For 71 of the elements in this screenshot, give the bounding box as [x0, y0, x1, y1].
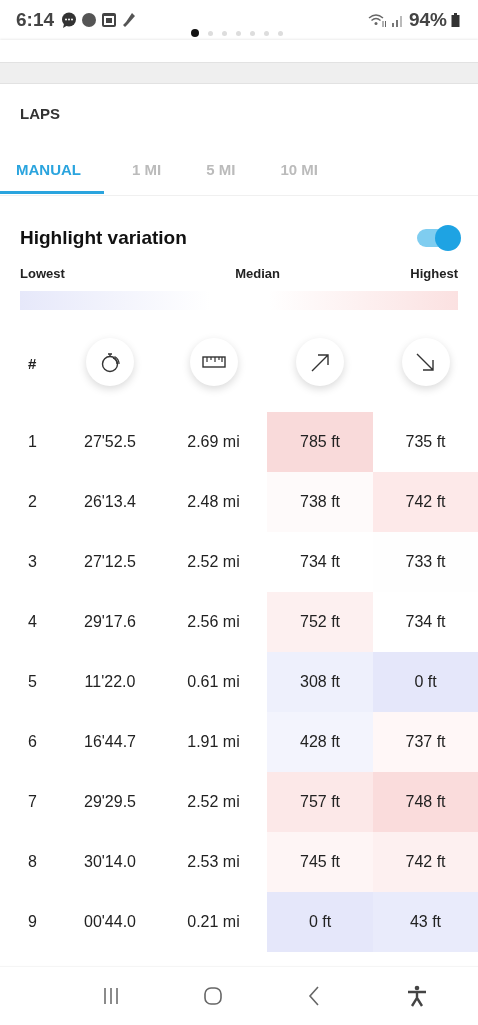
table-cell-text: 00'44.0	[83, 912, 137, 932]
page-dot[interactable]	[277, 30, 283, 36]
table-cell-text: 11'22.0	[83, 672, 137, 692]
column-header-button[interactable]	[189, 338, 238, 386]
legend-label: Lowest	[20, 266, 65, 281]
table-cell-text: 0.21 mi	[186, 912, 241, 932]
accessibility-icon[interactable]	[405, 984, 429, 1008]
table-cell-text: 0.61 mi	[186, 672, 241, 692]
table-cell: 742 ft	[373, 832, 478, 892]
table-cell-text: 26'13.4	[83, 492, 137, 512]
lap-number: 4	[27, 612, 38, 632]
lap-number: 3	[27, 552, 38, 572]
table-cell: 737 ft	[373, 712, 478, 772]
table-cell-text: 30'14.0	[83, 852, 137, 872]
table-cell-text: 29'17.6	[83, 612, 137, 632]
table-cell: 0 ft	[373, 652, 478, 712]
lap-number: 2	[27, 492, 38, 512]
table-cell: 738 ft	[267, 472, 373, 532]
clock-time: 6:14	[16, 9, 55, 31]
setting-label: Highlight variation	[20, 226, 187, 249]
column-header-button[interactable]	[86, 338, 134, 386]
column-header-button[interactable]	[401, 338, 450, 386]
wifi-icon	[366, 12, 387, 28]
table-cell-text: 27'12.5	[83, 552, 137, 572]
lap-number: 5	[27, 672, 38, 692]
table-cell-text: 29'29.5	[83, 792, 137, 812]
table-cell-text: 2.48 mi	[186, 492, 241, 512]
table-cell: 748 ft	[373, 772, 478, 832]
tab[interactable]: 10 MI	[264, 145, 334, 194]
table-cell: 757 ft	[267, 772, 373, 832]
table-cell: 745 ft	[267, 832, 373, 892]
column-header-button[interactable]	[296, 338, 344, 386]
table-cell: 308 ft	[267, 652, 373, 712]
page-dot[interactable]	[249, 30, 255, 36]
table-cell: 43 ft	[373, 892, 478, 952]
badge-icon	[81, 12, 98, 28]
lap-number: 8	[27, 852, 38, 872]
table-cell-text: 27'52.5	[83, 432, 137, 452]
page-dot[interactable]	[221, 30, 227, 36]
column-header: #	[27, 353, 38, 374]
chat-bubble-icon	[61, 12, 78, 28]
table-cell-text: 2.52 mi	[186, 792, 241, 812]
battery-percent: 94%	[408, 9, 447, 31]
page-dot[interactable]	[263, 30, 269, 36]
table-cell-text: 16'44.7	[83, 732, 137, 752]
table-cell: 428 ft	[267, 712, 373, 772]
legend-label: Median	[235, 266, 280, 281]
table-cell-text: 1.91 mi	[186, 732, 241, 752]
table-cell-text: 2.52 mi	[186, 552, 241, 572]
tab[interactable]: 5 MI	[190, 145, 252, 194]
page-dot[interactable]	[235, 30, 241, 36]
lap-number: 7	[27, 792, 38, 812]
table-cell-text: 2.69 mi	[186, 432, 241, 452]
tab[interactable]: MANUAL	[0, 145, 104, 194]
home-icon[interactable]	[201, 984, 225, 1008]
page-dot[interactable]	[190, 29, 199, 37]
table-cell: 742 ft	[373, 472, 478, 532]
battery-icon	[451, 12, 460, 28]
table-cell-text: 2.53 mi	[186, 852, 241, 872]
lap-number: 9	[27, 912, 38, 932]
lap-number: 1	[27, 432, 38, 452]
table-cell: 752 ft	[267, 592, 373, 652]
table-cell-text: 2.56 mi	[186, 612, 241, 632]
lap-number: 6	[27, 732, 38, 752]
tab[interactable]: 1 MI	[116, 145, 178, 194]
calendar-icon	[101, 12, 118, 28]
page-dot[interactable]	[207, 30, 213, 36]
legend-label: Highest	[410, 266, 458, 281]
table-cell: 0 ft	[267, 892, 373, 952]
table-cell: 785 ft	[267, 412, 373, 472]
section-title: LAPS	[19, 104, 61, 124]
